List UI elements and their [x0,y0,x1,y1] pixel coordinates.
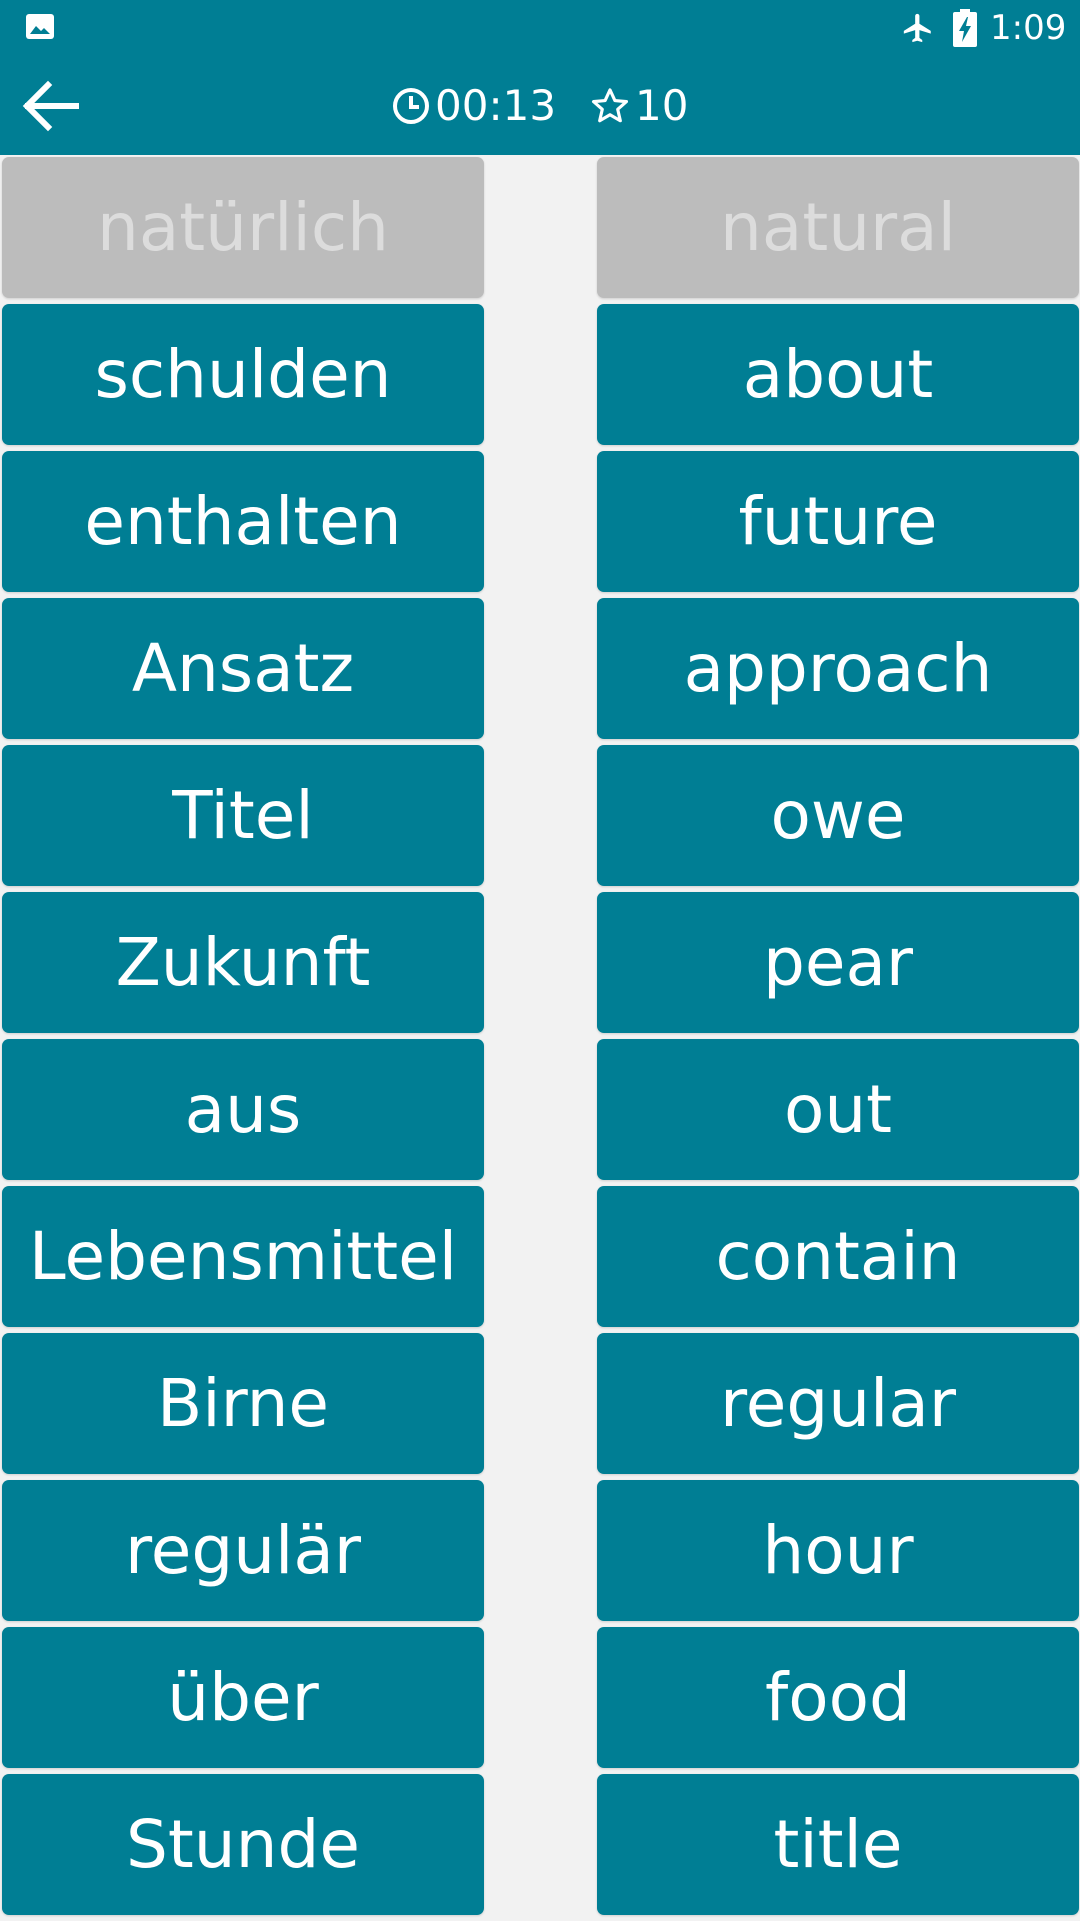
german-words-column: natürlich schulden enthalten Ansatz Tite… [2,157,484,1921]
word-tile-right[interactable]: pear [597,892,1079,1033]
status-bar: 1:09 [0,0,1080,55]
word-tile-right[interactable]: regular [597,1333,1079,1474]
image-icon [25,13,55,40]
back-button[interactable] [18,77,82,135]
word-tile-left[interactable]: Lebensmittel [2,1186,484,1327]
status-time: 1:09 [990,8,1067,48]
word-tile-right[interactable]: about [597,304,1079,445]
score: 10 [589,79,688,133]
word-tile-left[interactable]: über [2,1627,484,1768]
word-tile-left[interactable]: aus [2,1039,484,1180]
word-tile-right[interactable]: approach [597,598,1079,739]
word-tile-right: natural [597,157,1079,298]
word-tile-left[interactable]: Ansatz [2,598,484,739]
battery-charging-icon [953,9,977,47]
word-tile-left[interactable]: schulden [2,304,484,445]
word-tile-left[interactable]: regulär [2,1480,484,1621]
arrow-left-icon [22,80,79,132]
app-bar: 00:13 10 [0,55,1080,155]
timer: 00:13 [391,79,556,133]
word-tile-left: natürlich [2,157,484,298]
word-tile-left[interactable]: Zukunft [2,892,484,1033]
word-tile-left[interactable]: Titel [2,745,484,886]
word-tile-right[interactable]: contain [597,1186,1079,1327]
score-value: 10 [635,81,689,130]
clock-icon [393,88,429,124]
word-tile-left[interactable]: Stunde [2,1774,484,1915]
word-tile-right[interactable]: food [597,1627,1079,1768]
timer-value: 00:13 [435,81,557,130]
word-tile-right[interactable]: out [597,1039,1079,1180]
word-tile-right[interactable]: future [597,451,1079,592]
word-tile-left[interactable]: enthalten [2,451,484,592]
english-words-column: natural about future approach owe pear o… [597,157,1079,1921]
word-tile-left[interactable]: Birne [2,1333,484,1474]
word-tile-right[interactable]: owe [597,745,1079,886]
word-tile-right[interactable]: hour [597,1480,1079,1621]
airplane-mode-icon [900,11,936,45]
star-outline-icon [591,88,629,123]
word-tile-right[interactable]: title [597,1774,1079,1915]
